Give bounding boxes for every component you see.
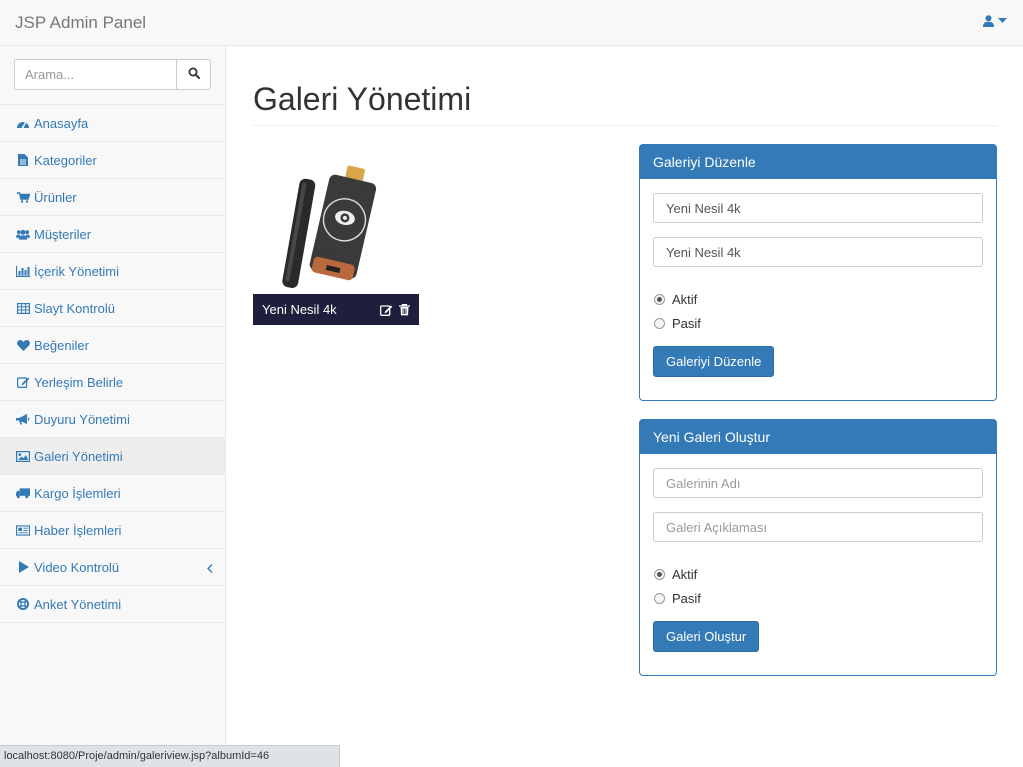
- create-gallery-form: Aktif Pasif Galeri Oluştur: [640, 454, 996, 652]
- sidebar-item-label: İçerik Yönetimi: [34, 263, 120, 279]
- create-radio-active[interactable]: Aktif: [653, 562, 983, 586]
- file-text-icon: [16, 153, 30, 167]
- user-icon: [983, 15, 994, 27]
- gallery-name-input[interactable]: [653, 468, 983, 498]
- sidebar-item-begeniler[interactable]: Beğeniler: [0, 327, 225, 364]
- edit-radio-passive[interactable]: Pasif: [653, 311, 983, 335]
- main-content: Galeri Yönetimi Yeni Nesil 4k Galeriyi D…: [226, 46, 1023, 767]
- top-navbar: JSP Admin Panel: [0, 0, 1023, 46]
- users-icon: [16, 227, 30, 241]
- sidebar-item-duyuru-yonetimi[interactable]: Duyuru Yönetimi: [0, 401, 225, 438]
- create-gallery-panel: Yeni Galeri Oluştur Aktif Pasif Galeri O…: [639, 419, 997, 676]
- sidebar-item-yerlesim-belirle[interactable]: Yerleşim Belirle: [0, 364, 225, 401]
- sidebar-item-label: Beğeniler: [34, 337, 89, 353]
- radio-label: Aktif: [672, 291, 698, 307]
- table-icon: [16, 301, 30, 315]
- radio-button[interactable]: [654, 592, 665, 604]
- edit-icon: [16, 375, 30, 389]
- play-icon: [16, 560, 30, 574]
- title-divider: [253, 125, 997, 126]
- brand-title[interactable]: JSP Admin Panel: [15, 13, 146, 33]
- radio-button-checked[interactable]: [654, 568, 665, 580]
- radio-button[interactable]: [654, 317, 665, 329]
- search-button[interactable]: [177, 59, 211, 90]
- sidebar-item-galeri-yonetimi[interactable]: Galeri Yönetimi: [0, 438, 225, 475]
- search-group: [14, 59, 211, 90]
- chevron-left-icon[interactable]: [207, 561, 213, 576]
- radio-label: Aktif: [672, 566, 698, 582]
- sidebar-item-label: Haber İşlemleri: [34, 522, 122, 538]
- trash-icon[interactable]: [399, 303, 410, 316]
- radio-label: Pasif: [672, 315, 701, 331]
- create-radio-passive[interactable]: Pasif: [653, 586, 983, 610]
- gallery-description-input[interactable]: [653, 512, 983, 542]
- sidebar-item-label: Müşteriler: [34, 226, 92, 242]
- sidebar-item-label: Duyuru Yönetimi: [34, 411, 130, 427]
- sidebar: Anasayfa Kategoriler Ürünler Müşteriler …: [0, 46, 226, 767]
- sidebar-item-video-kontrolu[interactable]: Video Kontrolü: [0, 549, 225, 586]
- radio-button-checked[interactable]: [654, 293, 665, 305]
- bar-chart-icon: [16, 264, 30, 278]
- edit-gallery-panel: Galeriyi Düzenle Aktif Pasif Galeriyi Dü…: [639, 144, 997, 401]
- gallery-name: Yeni Nesil 4k: [262, 302, 337, 317]
- gallery-thumbnail[interactable]: [253, 162, 419, 294]
- sidebar-item-label: Anasayfa: [34, 115, 89, 131]
- edit-gallery-name-input[interactable]: [653, 193, 983, 223]
- sidebar-item-musteriler[interactable]: Müşteriler: [0, 216, 225, 253]
- search-icon: [188, 67, 200, 82]
- sidebar-item-label: Kargo İşlemleri: [34, 485, 121, 501]
- image-icon: [16, 449, 30, 463]
- search-input[interactable]: [14, 59, 177, 90]
- edit-icon[interactable]: [380, 304, 393, 316]
- newspaper-icon: [16, 523, 30, 537]
- gallery-card: Yeni Nesil 4k: [253, 162, 419, 325]
- bullhorn-icon: [16, 412, 30, 426]
- radio-label: Pasif: [672, 590, 701, 606]
- create-gallery-panel-title: Yeni Galeri Oluştur: [640, 420, 996, 454]
- create-gallery-submit-button[interactable]: Galeri Oluştur: [653, 621, 760, 652]
- sidebar-item-label: Anket Yönetimi: [34, 596, 122, 612]
- page-title: Galeri Yönetimi: [253, 81, 472, 117]
- sidebar-item-urunler[interactable]: Ürünler: [0, 179, 225, 216]
- sidebar-item-label: Ürünler: [34, 189, 77, 205]
- truck-icon: [16, 486, 30, 500]
- caret-down-icon: [998, 18, 1007, 24]
- edit-gallery-submit-button[interactable]: Galeriyi Düzenle: [653, 346, 775, 377]
- sidebar-item-anasayfa[interactable]: Anasayfa: [0, 105, 225, 142]
- sidebar-item-kategoriler[interactable]: Kategoriler: [0, 142, 225, 179]
- user-menu-toggle[interactable]: [983, 15, 1007, 27]
- sidebar-item-label: Galeri Yönetimi: [34, 448, 123, 464]
- sidebar-item-label: Kategoriler: [34, 152, 97, 168]
- sidebar-item-label: Video Kontrolü: [34, 559, 120, 575]
- heart-icon: [16, 338, 30, 352]
- sidebar-item-label: Slayt Kontrolü: [34, 300, 115, 316]
- edit-gallery-form: Aktif Pasif Galeriyi Düzenle: [640, 179, 996, 377]
- sidebar-menu: Anasayfa Kategoriler Ürünler Müşteriler …: [0, 104, 225, 623]
- sidebar-item-label: Yerleşim Belirle: [34, 374, 124, 390]
- edit-gallery-panel-title: Galeriyi Düzenle: [640, 145, 996, 179]
- browser-status-url: localhost:8080/Proje/admin/galeriview.js…: [0, 745, 340, 767]
- life-ring-icon: [16, 597, 30, 611]
- gallery-caption-bar: Yeni Nesil 4k: [253, 294, 419, 325]
- sidebar-item-anket-yonetimi[interactable]: Anket Yönetimi: [0, 586, 225, 623]
- edit-radio-active[interactable]: Aktif: [653, 287, 983, 311]
- edit-gallery-description-input[interactable]: [653, 237, 983, 267]
- sidebar-item-kargo-islemleri[interactable]: Kargo İşlemleri: [0, 475, 225, 512]
- sidebar-item-icerik-yonetimi[interactable]: İçerik Yönetimi: [0, 253, 225, 290]
- sidebar-item-slayt-kontrolu[interactable]: Slayt Kontrolü: [0, 290, 225, 327]
- dashboard-icon: [16, 116, 30, 130]
- shopping-cart-icon: [16, 190, 30, 204]
- sidebar-item-haber-islemleri[interactable]: Haber İşlemleri: [0, 512, 225, 549]
